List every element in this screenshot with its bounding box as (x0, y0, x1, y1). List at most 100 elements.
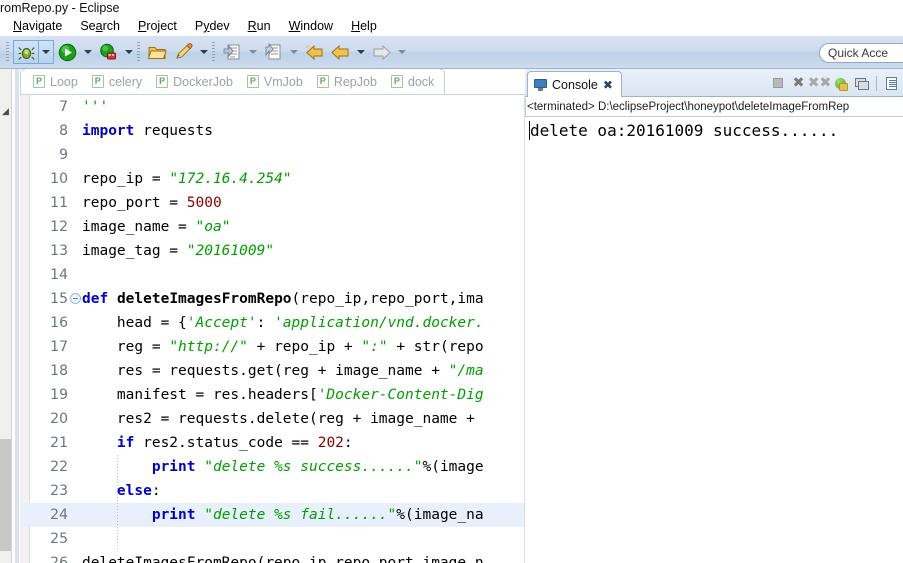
pencil-dropdown-icon[interactable] (196, 40, 211, 64)
console-output-area[interactable]: delete oa:20161009 success...... (525, 116, 903, 563)
view-stack-handle[interactable] (0, 439, 11, 551)
line-number: 19 (50, 387, 68, 403)
code-editor[interactable]: 7 ''' 8 import requests 9 10 repo_ip = "172.16… (20, 95, 525, 563)
restore-view-icon[interactable]: ◢ (2, 107, 9, 116)
run-icon[interactable] (54, 40, 80, 64)
code-line[interactable]: 7 ''' (20, 95, 525, 119)
toolbar-grip-2[interactable] (137, 42, 140, 62)
code-line[interactable]: 8 import requests (20, 119, 525, 143)
pencil-icon[interactable] (170, 40, 196, 64)
python-file-icon (91, 75, 104, 88)
editor-tab-repjob[interactable]: RepJob (309, 69, 383, 94)
remove-all-terminated-icon[interactable]: ✖✖ (808, 74, 831, 93)
line-number: 18 (50, 363, 68, 379)
editor-tab-dock[interactable]: dock (383, 69, 440, 94)
line-number: 8 (59, 123, 68, 139)
code-line[interactable]: 17 reg = "http://" + repo_ip + ":" + str… (20, 335, 525, 359)
tab-stack-right-corner (440, 69, 446, 94)
next-annotation-icon[interactable] (219, 40, 245, 64)
back-icon[interactable] (327, 40, 353, 64)
console-output-text: delete oa:20161009 success...... (530, 121, 839, 140)
python-file-icon (246, 75, 259, 88)
line-number: 14 (50, 267, 68, 283)
line-number: 25 (50, 531, 68, 547)
last-edit-location-icon[interactable] (260, 40, 286, 64)
python-file-icon (316, 75, 329, 88)
forward-dropdown-icon[interactable] (394, 40, 409, 64)
editor-tab-loop[interactable]: Loop (25, 69, 84, 94)
code-text: import requests (82, 123, 213, 139)
menu-navigate[interactable]: Navigate (4, 17, 71, 36)
console-tab-bar: Console ✖ ✖ ✖✖ (525, 69, 903, 97)
code-line[interactable]: 10 repo_ip = "172.16.4.254" (20, 167, 525, 191)
line-number: 12 (50, 219, 68, 235)
line-number: 7 (59, 99, 68, 115)
code-text: if res2.status_code == 202: (116, 435, 353, 451)
back-sparkle-icon[interactable] (301, 40, 327, 64)
line-number: 22 (50, 459, 68, 475)
code-line[interactable]: 12 image_name = "oa" (20, 215, 525, 239)
menu-help[interactable]: Help (342, 17, 386, 36)
editor-part: Loop celery DockerJob VmJob RepJob dock 7 ''' 8… (20, 69, 525, 563)
external-tools-icon[interactable] (95, 40, 121, 64)
close-icon[interactable]: ✖ (603, 79, 613, 91)
code-line[interactable]: 14 (20, 263, 525, 287)
menu-search[interactable]: Search (71, 17, 129, 36)
last-edit-dropdown-icon[interactable] (286, 40, 301, 64)
collapsed-view-stack[interactable]: ◢ (0, 69, 12, 563)
menu-pydev[interactable]: Pydev (186, 17, 239, 36)
code-line[interactable]: 11 repo_port = 5000 (20, 191, 525, 215)
code-text: repo_ip = "172.16.4.254" (82, 171, 292, 187)
terminate-icon[interactable] (768, 74, 787, 93)
code-line[interactable]: 18 res = requests.get(reg + image_name +… (20, 359, 525, 383)
python-file-icon (390, 75, 403, 88)
code-text: print "delete %s fail......"%(image_na (151, 507, 484, 523)
external-tools-dropdown-icon[interactable] (121, 40, 136, 64)
line-number: 15 (50, 291, 68, 307)
open-console-icon[interactable] (882, 74, 901, 93)
pin-console-icon[interactable] (831, 74, 850, 93)
code-line[interactable]: 16 head = {'Accept': 'application/vnd.do… (20, 311, 525, 335)
open-folder-icon[interactable] (144, 40, 170, 64)
menu-project[interactable]: Project (129, 17, 186, 36)
forward-icon[interactable] (368, 40, 394, 64)
code-line[interactable]: 23 else: (20, 479, 525, 503)
console-tab-underline (525, 97, 903, 98)
line-number: 24 (50, 507, 68, 523)
line-number: 9 (59, 147, 68, 163)
code-line[interactable]: 20 res2 = requests.delete(reg + image_na… (20, 407, 525, 431)
run-dropdown-icon[interactable] (80, 40, 95, 64)
fold-collapse-icon[interactable] (70, 293, 81, 304)
toolbar-grip[interactable] (6, 42, 9, 62)
next-annotation-dropdown-icon[interactable] (245, 40, 260, 64)
code-line[interactable]: 15 def deleteImagesFromRepo(repo_ip,repo_… (20, 287, 525, 311)
editor-tab-dockerjob[interactable]: DockerJob (148, 69, 239, 94)
console-terminated-label: <terminated> D:\eclipseProject\honeypot\… (527, 101, 850, 113)
editor-tab-bar: Loop celery DockerJob VmJob RepJob dock (20, 69, 525, 95)
remove-launch-icon[interactable]: ✖ (789, 74, 808, 93)
editor-tab-celery[interactable]: celery (84, 69, 148, 94)
code-line[interactable]: 21 if res2.status_code == 202: (20, 431, 525, 455)
editor-tab-label: RepJob (333, 74, 377, 89)
display-selected-console-icon[interactable] (852, 74, 871, 93)
menu-run[interactable]: Run (239, 17, 280, 36)
quick-access-input[interactable]: Quick Acce (819, 43, 903, 63)
code-text: ''' (82, 99, 109, 115)
code-line[interactable]: 24 print "delete %s fail......"%(image_n… (20, 503, 525, 527)
editor-tab-vmjob[interactable]: VmJob (239, 69, 309, 94)
code-line[interactable]: 13 image_tag = "20161009" (20, 239, 525, 263)
code-line[interactable]: 19 manifest = res.headers['Docker-Conten… (20, 383, 525, 407)
code-line[interactable]: 26 deleteImagesFromRepo(repo_ip,repo_port… (20, 551, 525, 563)
code-line[interactable]: 22 print "delete %s success......"%(imag… (20, 455, 525, 479)
console-toolbar: ✖ ✖✖ (768, 72, 901, 94)
code-text: print "delete %s success......"%(image (151, 459, 484, 475)
debug-icon[interactable] (13, 40, 39, 64)
tab-console[interactable]: Console ✖ (527, 71, 622, 97)
menu-window[interactable]: Window (280, 17, 342, 36)
code-line[interactable]: 9 (20, 143, 525, 167)
debug-dropdown-icon[interactable] (39, 40, 54, 64)
code-line[interactable]: 25 (20, 527, 525, 551)
toolbar-grip-3[interactable] (212, 42, 215, 62)
sash-line (15, 69, 19, 563)
back-dropdown-icon[interactable] (353, 40, 368, 64)
